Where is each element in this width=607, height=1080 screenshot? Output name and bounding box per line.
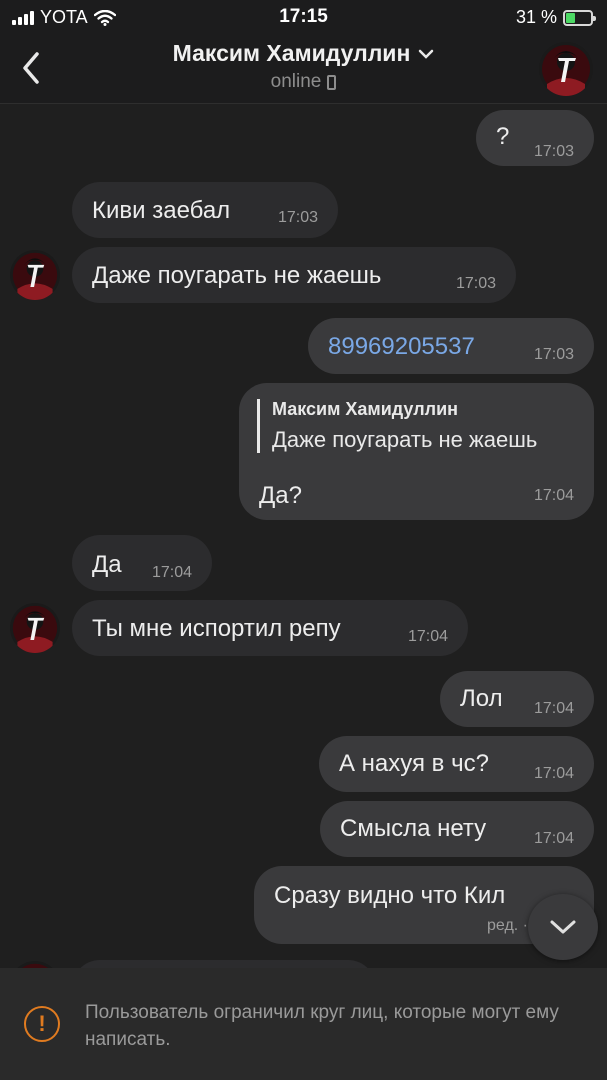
avatar[interactable] <box>539 42 593 96</box>
message-bubble-incoming[interactable]: Ты мне испортил репу 17:04 <box>72 600 468 656</box>
chevron-left-icon <box>23 52 39 84</box>
message-bubble-outgoing[interactable]: 89969205537 17:03 <box>308 318 594 374</box>
message-time: 17:03 <box>533 346 574 363</box>
message-text: А нахуя в чс? <box>339 750 489 777</box>
battery-icon <box>563 9 596 26</box>
scroll-to-bottom-button[interactable] <box>528 894 598 960</box>
contact-name: Максим Хамидуллин <box>172 40 411 66</box>
message-time: 17:04 <box>533 487 574 504</box>
message-bubble-incoming[interactable]: Да 17:04 <box>72 535 212 591</box>
message-text: Да? <box>259 482 302 509</box>
message-bubble-outgoing[interactable]: Смысла нету 17:04 <box>320 801 594 857</box>
status-bar: YOTA 17:15 31 % <box>0 0 607 34</box>
message-text: Лол <box>460 685 503 712</box>
message-bubble-outgoing[interactable]: Лол 17:04 <box>440 671 594 727</box>
reply-quote[interactable]: Максим Хамидуллин Даже поугарать не жаеш… <box>257 399 537 453</box>
phone-number-link[interactable]: 89969205537 <box>328 333 475 361</box>
phone-icon <box>327 74 337 90</box>
message-text: Сразу видно что Кил <box>274 882 506 909</box>
message-text: Смысла нету <box>340 815 487 842</box>
message-time: 17:03 <box>277 209 318 226</box>
message-time: 17:04 <box>151 564 192 581</box>
edited-label: ред. · <box>487 917 528 934</box>
message-time: 17:04 <box>407 628 448 645</box>
message-time: 17:04 <box>533 765 574 782</box>
message-text: Да <box>92 551 122 578</box>
message-time: 17:04 <box>533 830 574 847</box>
back-button[interactable] <box>14 48 48 88</box>
message-time: 17:03 <box>533 143 574 160</box>
message-bubble-incoming[interactable]: Киви заебал 17:03 <box>72 182 338 238</box>
avatar[interactable] <box>10 250 60 300</box>
contact-status: online <box>270 71 322 92</box>
message-time: 17:04 <box>533 700 574 717</box>
message-bubble-incoming[interactable]: Даже поугарать не жаешь 17:03 <box>72 247 516 303</box>
message-text: ? <box>496 123 510 150</box>
reply-text: Даже поугарать не жаешь <box>272 427 538 452</box>
message-bubble-outgoing[interactable]: Максим Хамидуллин Даже поугарать не жаеш… <box>239 383 594 520</box>
chat-header: Максим Хамидуллин online <box>0 34 607 104</box>
battery-percent: 31 % <box>515 7 557 27</box>
contact-title[interactable]: Максим Хамидуллин online <box>100 40 507 93</box>
restriction-notice: ! Пользователь ограничил круг лиц, котор… <box>0 968 607 1080</box>
avatar[interactable] <box>10 961 60 968</box>
chevron-down-icon <box>419 49 434 59</box>
message-bubble-outgoing[interactable]: А нахуя в чс? 17:04 <box>319 736 594 792</box>
message-time: 17:03 <box>455 275 496 292</box>
message-bubble-outgoing[interactable]: ? 17:03 <box>476 110 594 166</box>
message-text: Ты мне испортил репу <box>92 615 341 642</box>
avatar[interactable] <box>10 603 60 653</box>
reply-author: Максим Хамидуллин <box>272 399 459 419</box>
exclamation-circle-icon: ! <box>24 1006 60 1042</box>
message-text: Киви заебал <box>92 197 231 224</box>
chevron-down-icon <box>550 920 576 934</box>
message-bubble-incoming[interactable] <box>72 960 376 968</box>
message-text: Даже поугарать не жаешь <box>92 262 382 289</box>
message-list[interactable]: ? 17:03 Киви заебал 17:03 Даже поугарать… <box>0 104 607 968</box>
notice-text: Пользователь ограничил круг лиц, которые… <box>85 1002 559 1050</box>
